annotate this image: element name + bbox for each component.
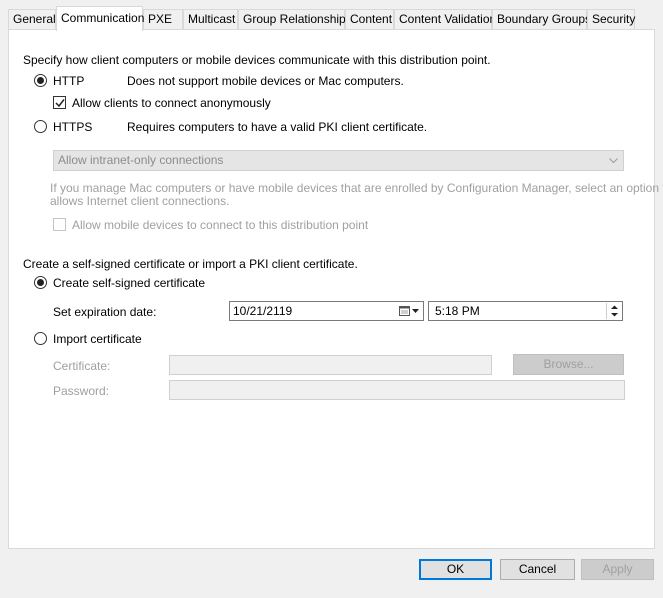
tab-boundary-groups[interactable]: Boundary Groups xyxy=(492,9,591,29)
tab-group-relationships[interactable]: Group Relationships xyxy=(238,9,352,29)
mac-note-line2: allows Internet client connections. xyxy=(50,194,230,208)
intranet-connection-value: Allow intranet-only connections xyxy=(58,153,224,167)
checkmark-icon xyxy=(55,99,65,108)
password-label: Password: xyxy=(53,384,110,398)
expiration-date-value: 10/21/2119 xyxy=(233,304,293,318)
tab-communication[interactable]: Communication xyxy=(56,6,144,31)
tab-content-validation[interactable]: Content Validation xyxy=(394,9,496,29)
http-radio[interactable] xyxy=(34,74,47,87)
https-radio[interactable] xyxy=(34,120,47,133)
calendar-dropdown-icon[interactable] xyxy=(398,302,420,325)
expiration-time-value: 5:18 PM xyxy=(435,304,480,318)
certificate-label: Certificate: xyxy=(53,359,111,373)
allow-anonymous-checkbox[interactable] xyxy=(53,96,66,109)
apply-button[interactable]: Apply xyxy=(581,559,654,580)
self-signed-radio[interactable] xyxy=(34,276,47,289)
tab-content[interactable]: Content xyxy=(345,9,394,29)
calendar-icon xyxy=(399,306,419,316)
import-certificate-label: Import certificate xyxy=(53,332,142,346)
import-certificate-radio[interactable] xyxy=(34,332,47,345)
tab-pxe[interactable]: PXE xyxy=(143,9,183,29)
https-description: Requires computers to have a valid PKI c… xyxy=(127,120,428,134)
ok-button[interactable]: OK xyxy=(419,559,492,580)
communication-intro: Specify how client computers or mobile d… xyxy=(23,53,491,67)
expiration-time-field[interactable]: 5:18 PM xyxy=(428,301,623,321)
spin-up-down-icon xyxy=(611,305,618,317)
expiration-date-picker[interactable]: 10/21/2119 xyxy=(229,301,424,321)
http-description: Does not support mobile devices or Mac c… xyxy=(127,74,404,88)
time-spinner[interactable] xyxy=(606,303,621,319)
mac-note-line1: If you manage Mac computers or have mobi… xyxy=(50,181,663,195)
self-signed-label: Create self-signed certificate xyxy=(53,276,206,290)
allow-anonymous-label: Allow clients to connect anonymously xyxy=(72,96,271,110)
certificate-intro: Create a self-signed certificate or impo… xyxy=(23,257,358,271)
password-input[interactable] xyxy=(169,380,625,400)
allow-mobile-label: Allow mobile devices to connect to this … xyxy=(72,218,369,232)
browse-button[interactable]: Browse... xyxy=(513,354,624,375)
certificate-input[interactable] xyxy=(169,355,492,375)
http-label: HTTP xyxy=(53,74,85,88)
tab-general[interactable]: General xyxy=(8,9,56,29)
https-label: HTTPS xyxy=(53,120,93,134)
allow-mobile-checkbox[interactable] xyxy=(53,218,66,231)
chevron-down-icon xyxy=(609,158,618,164)
tab-multicast[interactable]: Multicast xyxy=(183,9,238,29)
cancel-button[interactable]: Cancel xyxy=(500,559,575,580)
tab-security[interactable]: Security xyxy=(587,9,635,29)
expiration-date-label: Set expiration date: xyxy=(53,305,157,319)
communication-panel: Specify how client computers or mobile d… xyxy=(8,29,663,549)
intranet-connection-select[interactable]: Allow intranet-only connections xyxy=(53,150,624,171)
